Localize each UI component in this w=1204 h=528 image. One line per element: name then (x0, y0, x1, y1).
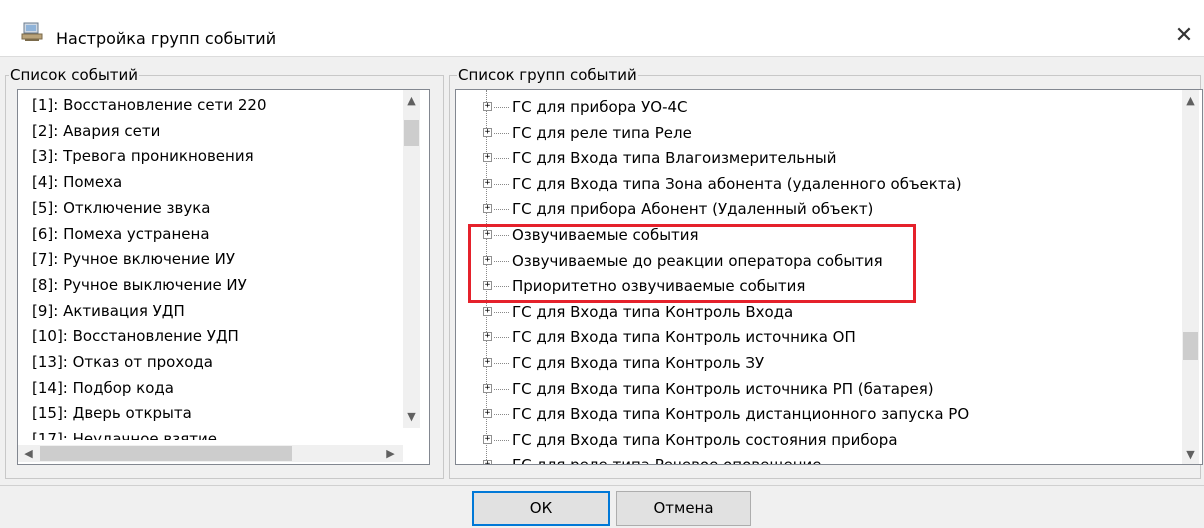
expand-plus-icon[interactable]: + (483, 153, 492, 163)
tree-node-label: ГС для Входа типа Контроль дистанционног… (512, 405, 970, 424)
tree-node-label: ГС для Входа типа Контроль состояния при… (512, 430, 898, 449)
scrollbar-thumb[interactable] (404, 120, 419, 146)
list-item[interactable]: [3]: Тревога проникновения (32, 143, 254, 169)
expand-plus-icon[interactable]: + (483, 460, 492, 464)
expand-plus-icon[interactable]: + (483, 255, 492, 265)
scroll-down-icon[interactable]: ▼ (403, 408, 420, 425)
events-listbox[interactable]: [1]: Восстановление сети 220 [2]: Авария … (17, 89, 430, 465)
tree-node-label: ГС для Входа типа Контроль ЗУ (512, 354, 765, 372)
list-item[interactable]: [10]: Восстановление УДП (32, 323, 239, 349)
expand-plus-icon[interactable]: + (483, 358, 492, 367)
groups-tree: + ГС для прибора УО-4С + ГС для реле типа Р… (456, 90, 1176, 464)
list-item[interactable]: [13]: Отказ от прохода (32, 349, 213, 375)
tree-node-label: ГС для прибора УО-4С (512, 98, 688, 116)
tree-connector-line (494, 363, 509, 364)
tree-connector-line (494, 132, 509, 134)
title-bar: Настройка групп событий ✕ (0, 0, 1204, 57)
scroll-right-icon[interactable]: ▶ (382, 445, 399, 462)
list-item[interactable]: [6]: Помеха устранена (32, 221, 210, 247)
ok-button[interactable]: ОК (472, 491, 610, 526)
events-horizontal-scrollbar[interactable]: ◀ ▶ (18, 445, 403, 462)
list-item[interactable]: [1]: Восстановление сети 220 (32, 92, 267, 118)
expand-plus-icon[interactable]: + (483, 383, 492, 393)
list-item[interactable]: [2]: Авария сети (32, 118, 160, 144)
expand-plus-icon[interactable]: + (483, 230, 492, 239)
tree-connector-line (494, 209, 509, 211)
list-item[interactable]: [8]: Ручное выключение ИУ (32, 272, 247, 298)
tree-node-label: ГС для реле типа Речевое оповещение (512, 454, 821, 464)
tree-connector-line (494, 286, 509, 288)
tree-connector-line (494, 337, 509, 339)
tree-node-label: ГС для реле типа Реле (512, 123, 692, 142)
tree-connector-line (494, 260, 509, 262)
expand-plus-icon[interactable]: + (483, 102, 492, 111)
tree-node-label: ГС для Входа типа Влагоизмерительный (512, 149, 837, 168)
scroll-left-icon[interactable]: ◀ (20, 445, 37, 462)
window-settings-icon (21, 22, 43, 41)
tree-connector-line (494, 235, 509, 236)
scrollbar-thumb[interactable] (1183, 332, 1198, 360)
window-title: Настройка групп событий (56, 29, 277, 48)
events-list: [1]: Восстановление сети 220 [2]: Авария … (18, 90, 403, 440)
expand-plus-icon[interactable]: + (483, 434, 492, 444)
expand-plus-icon[interactable]: + (483, 306, 492, 316)
groups-vertical-scrollbar[interactable]: ▲ ▼ (1182, 90, 1199, 464)
tree-connector-line (494, 107, 509, 108)
tree-node-label: Озвучиваемые до реакции оператора событи… (512, 251, 883, 270)
list-item[interactable]: [14]: Подбор кода (32, 375, 174, 401)
tree-connector-line (494, 158, 509, 160)
list-item[interactable]: [7]: Ручное включение ИУ (32, 246, 235, 272)
expand-plus-icon[interactable]: + (483, 332, 492, 342)
scroll-up-icon[interactable]: ▲ (1182, 92, 1199, 109)
list-item[interactable]: [9]: Активация УДП (32, 298, 185, 324)
tree-node-label: Озвучиваемые события (512, 226, 699, 244)
tree-connector-line (494, 388, 509, 390)
expand-plus-icon[interactable]: + (483, 204, 492, 214)
expand-plus-icon[interactable]: + (483, 409, 492, 419)
tree-node-label: Приоритетно озвучиваемые события (512, 277, 806, 296)
cancel-button[interactable]: Отмена (616, 491, 751, 526)
tree-node-label: ГС для Входа типа Зона абонента (удаленн… (512, 174, 962, 193)
tree-connector-line (494, 439, 509, 441)
list-item[interactable]: [5]: Отключение звука (32, 195, 210, 221)
expand-plus-icon[interactable]: + (483, 127, 492, 137)
expand-plus-icon[interactable]: + (483, 178, 492, 188)
list-item[interactable]: [17]: Неудачное взятие (32, 426, 217, 440)
tree-node-label: ГС для прибора Абонент (Удаленный объект… (512, 200, 874, 219)
scroll-down-icon[interactable]: ▼ (1182, 446, 1199, 463)
events-groupbox-label: Список событий (9, 66, 140, 84)
groups-groupbox-label: Список групп событий (457, 66, 638, 84)
tree-node-label: ГС для Входа типа Контроль источника ОП (512, 328, 856, 347)
scrollbar-thumb[interactable] (40, 446, 292, 461)
scroll-up-icon[interactable]: ▲ (403, 92, 420, 109)
tree-connector-line (494, 311, 509, 313)
groups-treeview[interactable]: + ГС для прибора УО-4С + ГС для реле типа Р… (455, 89, 1203, 465)
tree-connector-line (494, 183, 509, 185)
tree-connector-line (494, 414, 509, 416)
tree-node-label: ГС для Входа типа Контроль Входа (512, 302, 794, 321)
list-item[interactable]: [4]: Помеха (32, 169, 122, 195)
close-button[interactable]: ✕ (1164, 16, 1204, 56)
events-vertical-scrollbar[interactable]: ▲ ▼ (403, 90, 420, 428)
expand-plus-icon[interactable]: + (483, 281, 492, 291)
list-item[interactable]: [15]: Дверь открыта (32, 400, 192, 426)
tree-node-label: ГС для Входа типа Контроль источника РП … (512, 379, 934, 398)
